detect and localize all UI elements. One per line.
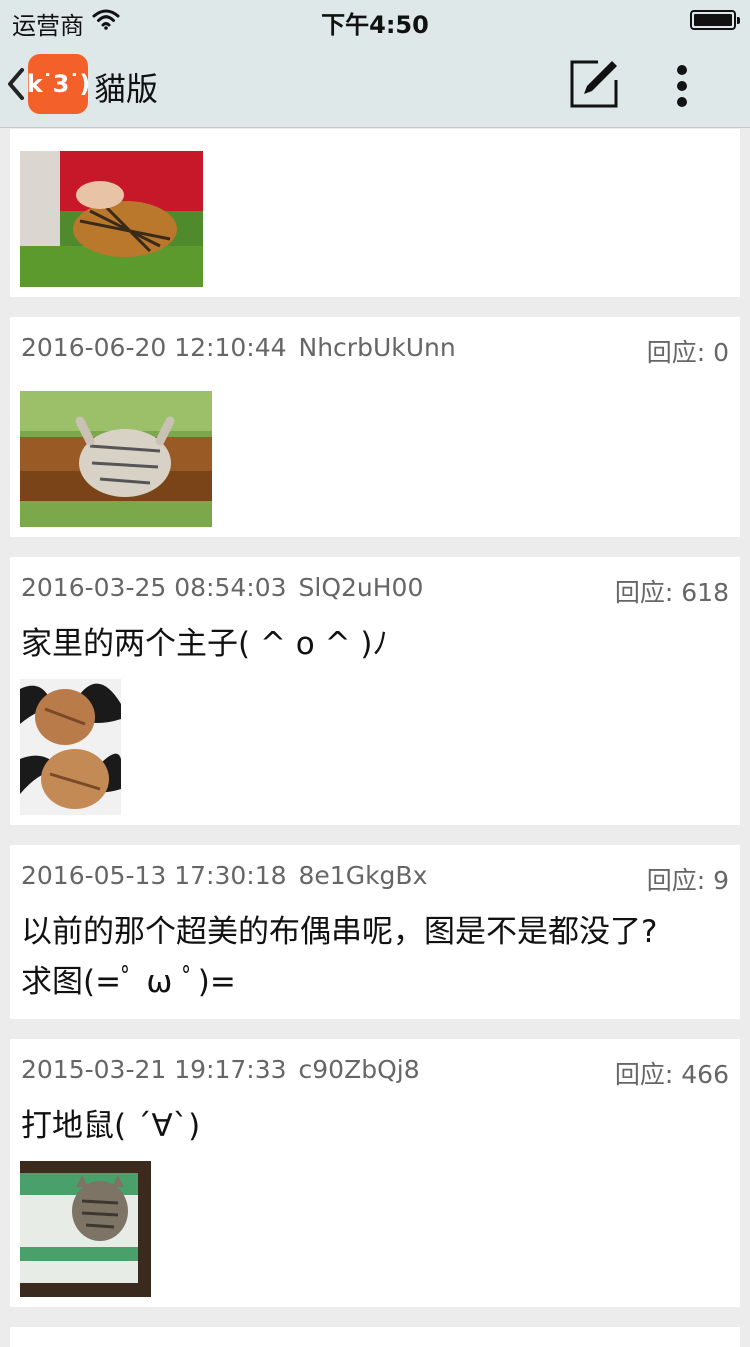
thread-thumbnail[interactable] [20,151,203,287]
status-bar: 运营商 下午4:50 [0,0,750,40]
clock: 下午4:50 [321,11,429,39]
thread-card[interactable]: 2016-03-25 08:54:03 SlQ2uH00 回应: 618 家里的两… [10,557,740,825]
thread-thumbnail[interactable] [20,1161,151,1297]
thread-meta: 2016-03-25 08:54:03 SlQ2uH00 [21,573,423,602]
thread-thumbnail[interactable] [20,679,121,815]
thread-card[interactable] [10,129,740,297]
thread-content: 家里的两个主子( ^ o ^ )ﾉ [21,626,389,662]
thread-card[interactable]: 2016-06-20 12:10:44 NhcrbUkUnn 回应: 0 [10,317,740,537]
thread-meta: 2015-03-21 19:17:33 c90ZbQj8 [21,1055,420,1084]
back-chevron-icon[interactable] [4,64,28,104]
thread-card[interactable] [10,1327,740,1347]
poster-id: NhcrbUkUnn [298,333,456,362]
more-options-icon[interactable] [670,62,694,110]
thread-card[interactable]: 2015-03-21 19:17:33 c90ZbQj8 回应: 466 打地鼠(… [10,1039,740,1307]
reply-count: 回应: 0 [646,338,729,367]
poster-id: 8e1GkgBx [298,861,428,890]
reply-count: 回应: 466 [614,1060,729,1089]
thread-content: 打地鼠( ´∀`) [21,1108,201,1144]
page-title: 貓版 [94,70,159,108]
thread-meta: 2016-05-13 17:30:18 8e1GkgBx [21,861,427,890]
post-date: 2016-03-25 08:54:03 [21,573,287,602]
thread-card[interactable]: 2016-05-13 17:30:18 8e1GkgBx 回应: 9 以前的那个超… [10,845,740,1019]
reply-count: 回应: 618 [614,578,729,607]
reply-count: 回应: 9 [646,866,729,895]
post-date: 2016-05-13 17:30:18 [21,861,287,890]
post-date: 2016-06-20 12:10:44 [21,333,287,362]
compose-icon[interactable] [568,58,620,110]
battery-icon [690,10,740,30]
app-logo[interactable]: k˙3˙) [27,54,90,114]
thread-thumbnail[interactable] [20,391,212,527]
poster-id: SlQ2uH00 [298,573,424,602]
post-date: 2015-03-21 19:17:33 [21,1055,287,1084]
content-line: 以前的那个超美的布偶串呢，图是不是都没了? [21,914,658,950]
content-line: 求图(=ﾟ ω ﾟ)= [21,964,236,1000]
nav-bar: k˙3˙) 貓版 [0,40,750,128]
poster-id: c90ZbQj8 [298,1055,420,1084]
thread-meta: 2016-06-20 12:10:44 NhcrbUkUnn [21,333,456,362]
thread-content: 以前的那个超美的布偶串呢，图是不是都没了? 求图(=ﾟ ω ﾟ)= [21,907,721,1007]
